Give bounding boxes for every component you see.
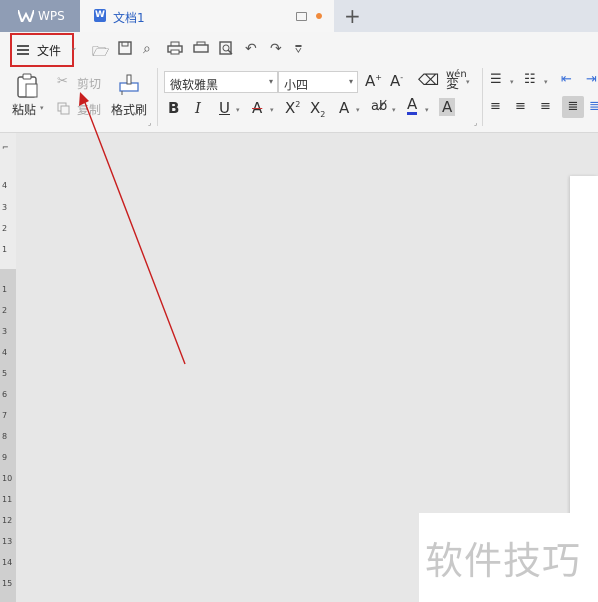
- annotation-arrow: [79, 92, 186, 365]
